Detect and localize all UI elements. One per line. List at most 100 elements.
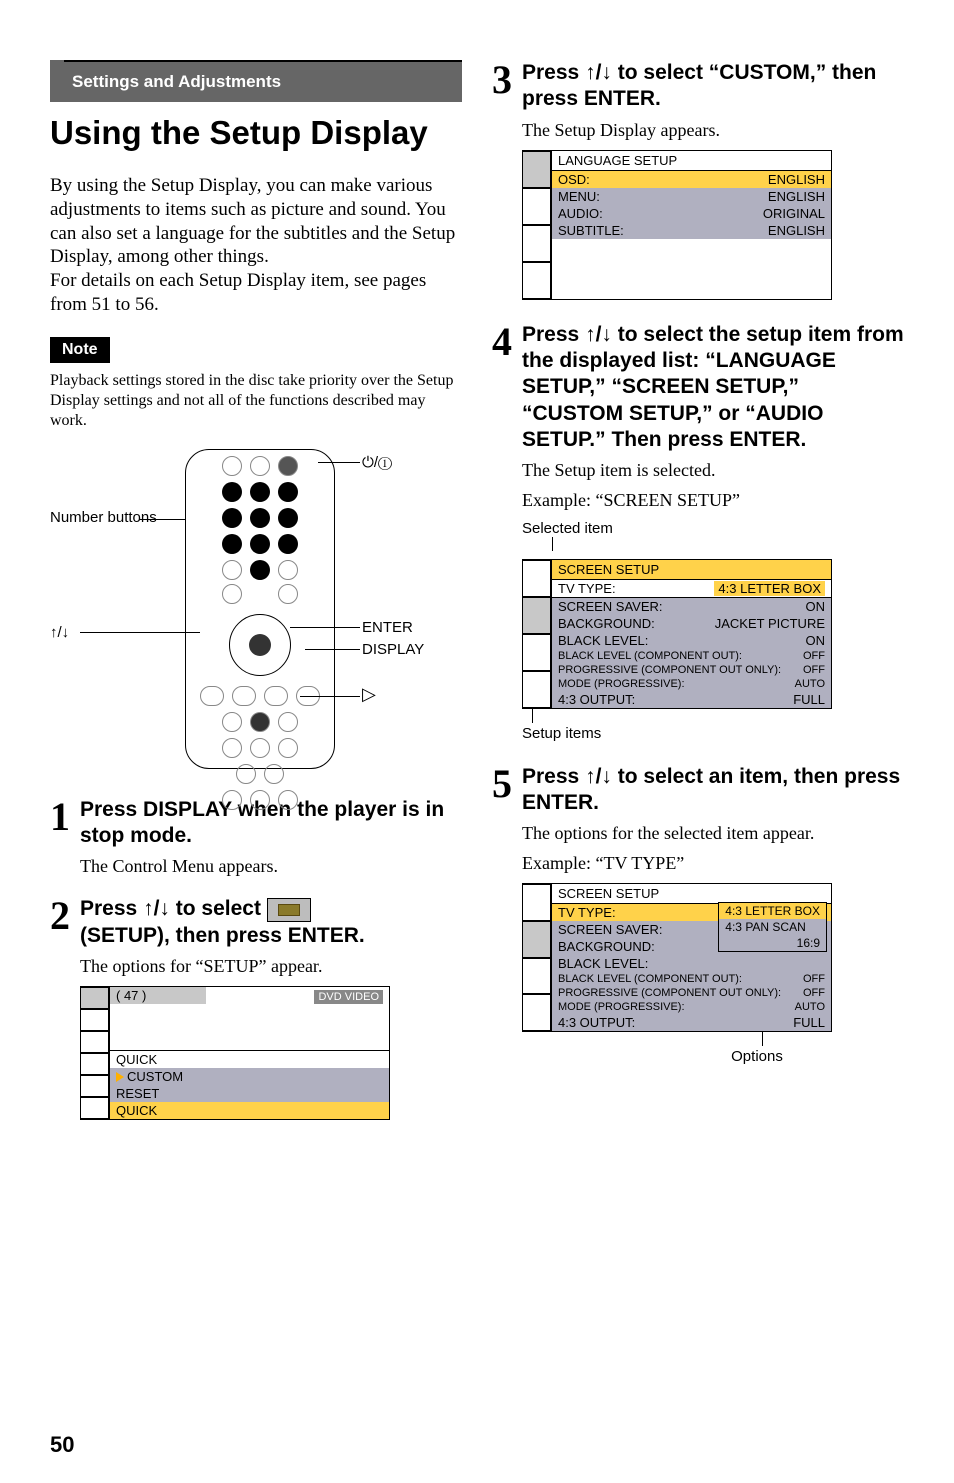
osd-audio-v: ORIGINAL <box>763 206 825 221</box>
s5r3k: BLACK LEVEL: <box>558 956 648 971</box>
step-1-number: 1 <box>50 797 70 837</box>
menu-reset: RESET <box>110 1085 389 1102</box>
step-1-sub: The Control Menu appears. <box>80 855 462 878</box>
r5v: OFF <box>803 664 825 676</box>
s5r7k: 4:3 OUTPUT: <box>558 1015 635 1030</box>
osd-setup-options: ( 47 ) DVD VIDEO QUICK CUSTOM RESET QUIC… <box>80 986 390 1120</box>
r6v: AUTO <box>795 678 825 690</box>
step-2-sub: The options for “SETUP” appear. <box>80 955 462 978</box>
step-4-number: 4 <box>492 322 512 362</box>
r6k: MODE (PROGRESSIVE): <box>558 678 685 690</box>
label-updown: ↑/↓ <box>50 624 69 641</box>
osd-counter: ( 47 ) <box>110 987 206 1004</box>
osd-screen-setup: SCREEN SETUP TV TYPE: 4:3 LETTER BOX SCRE… <box>522 559 832 709</box>
s5r1k: SCREEN SAVER: <box>558 922 663 937</box>
s5r4v: OFF <box>803 973 825 985</box>
step-5: 5 Press ↑/↓ to select an item, then pres… <box>492 764 904 1065</box>
selected-item-label: Selected item <box>522 520 904 537</box>
r3k: BLACK LEVEL: <box>558 633 648 648</box>
step-3-sub: The Setup Display appears. <box>522 119 904 142</box>
step-4-head: Press ↑/↓ to select the setup item from … <box>522 322 904 453</box>
s5r4k: BLACK LEVEL (COMPONENT OUT): <box>558 973 742 985</box>
step-2-head-pre: Press <box>80 897 143 920</box>
step-2-head: Press ↑/↓ to select (SETUP), then press … <box>80 896 462 949</box>
label-enter: ENTER <box>362 619 413 636</box>
section-header: Settings and Adjustments <box>50 60 462 102</box>
setup-items-label: Setup items <box>522 725 904 742</box>
menu-custom: CUSTOM <box>127 1069 183 1084</box>
step-5-number: 5 <box>492 764 512 804</box>
opt-2: 16:9 <box>719 935 826 951</box>
osd-osd-v: ENGLISH <box>768 172 825 187</box>
step-3-head: Press ↑/↓ to select “CUSTOM,” then press… <box>522 60 904 113</box>
r7k: 4:3 OUTPUT: <box>558 692 635 707</box>
r2k: BACKGROUND: <box>558 616 655 631</box>
osd-audio-k: AUDIO: <box>558 206 603 221</box>
osd-tv-type: SCREEN SETUP TV TYPE: 4:3 LETTER BOX SCRE… <box>522 883 832 1032</box>
step-3: 3 Press ↑/↓ to select “CUSTOM,” then pre… <box>492 60 904 300</box>
osd-subtitle-v: ENGLISH <box>768 223 825 238</box>
label-display: DISPLAY <box>362 641 424 658</box>
opt-1: 4:3 PAN SCAN <box>719 919 826 935</box>
step-3-head-pre: Press <box>522 61 585 84</box>
label-power: ⏻/① <box>362 454 392 471</box>
setup-icon <box>267 898 311 922</box>
step-3-number: 3 <box>492 60 512 100</box>
page-title: Using the Setup Display <box>50 114 462 152</box>
osd-menu-v: ENGLISH <box>768 189 825 204</box>
page-number: 50 <box>50 1432 74 1458</box>
r5k: PROGRESSIVE (COMPONENT OUT ONLY): <box>558 664 781 676</box>
step-2-arrows: ↑/↓ <box>143 897 170 920</box>
osd-osd-k: OSD: <box>558 172 590 187</box>
s5r2k: BACKGROUND: <box>558 939 655 954</box>
r0k: TV TYPE: <box>558 581 616 596</box>
s5r0k: TV TYPE: <box>558 905 616 920</box>
step-5-sub1: The options for the selected item appear… <box>522 822 904 845</box>
osd-menu-k: MENU: <box>558 189 600 204</box>
osd-badge: DVD VIDEO <box>314 990 383 1004</box>
label-play: ▷ <box>362 684 376 705</box>
step-5-arrows: ↑/↓ <box>585 765 612 788</box>
r4v: OFF <box>803 650 825 662</box>
step-5-head: Press ↑/↓ to select an item, then press … <box>522 764 904 817</box>
step-4-sub1: The Setup item is selected. <box>522 459 904 482</box>
step-2-number: 2 <box>50 896 70 936</box>
r1k: SCREEN SAVER: <box>558 599 663 614</box>
s5r6k: MODE (PROGRESSIVE): <box>558 1001 685 1013</box>
r7v: FULL <box>793 692 825 707</box>
r1v: ON <box>806 599 826 614</box>
remote-outline <box>185 449 335 769</box>
r4k: BLACK LEVEL (COMPONENT OUT): <box>558 650 742 662</box>
step-3-arrows: ↑/↓ <box>585 61 612 84</box>
note-label: Note <box>50 337 110 363</box>
menu-quick-1: QUICK <box>110 1050 389 1068</box>
osd-language-setup: LANGUAGE SETUP OSD:ENGLISH MENU:ENGLISH … <box>522 150 832 300</box>
tv-type-options: 4:3 LETTER BOX 4:3 PAN SCAN 16:9 <box>718 902 827 952</box>
opt-0: 4:3 LETTER BOX <box>719 903 826 919</box>
r2v: JACKET PICTURE <box>715 616 825 631</box>
r3v: ON <box>806 633 826 648</box>
options-label: Options <box>682 1048 832 1065</box>
intro-text: By using the Setup Display, you can make… <box>50 174 462 317</box>
s5r7v: FULL <box>793 1015 825 1030</box>
step-2: 2 Press ↑/↓ to select (SETUP), then pres… <box>50 896 462 1119</box>
step-4-sub2: Example: “SCREEN SETUP” <box>522 489 904 512</box>
step-4-arrows: ↑/↓ <box>585 323 612 346</box>
section-header-label: Settings and Adjustments <box>64 60 462 102</box>
step-2-head-post: (SETUP), then press ENTER. <box>80 924 365 947</box>
r0v: 4:3 LETTER BOX <box>714 581 825 596</box>
step-5-sub2: Example: “TV TYPE” <box>522 852 904 875</box>
step-2-head-mid: to select <box>170 897 267 920</box>
s5r6v: AUTO <box>795 1001 825 1013</box>
menu-arrow-icon <box>116 1072 124 1082</box>
s5r5v: OFF <box>803 987 825 999</box>
osd-title: LANGUAGE SETUP <box>552 151 831 171</box>
s5r5k: PROGRESSIVE (COMPONENT OUT ONLY): <box>558 987 781 999</box>
menu-quick-hl: QUICK <box>110 1102 389 1119</box>
remote-diagram: Number buttons ↑/↓ ⏻/① ENTER DISPLAY ▷ <box>50 449 462 779</box>
label-number-buttons: Number buttons <box>50 509 160 526</box>
step-4-head-pre: Press <box>522 323 585 346</box>
step-4: 4 Press ↑/↓ to select the setup item fro… <box>492 322 904 742</box>
osd-title: SCREEN SETUP <box>552 560 831 580</box>
osd-title: SCREEN SETUP <box>552 884 831 904</box>
